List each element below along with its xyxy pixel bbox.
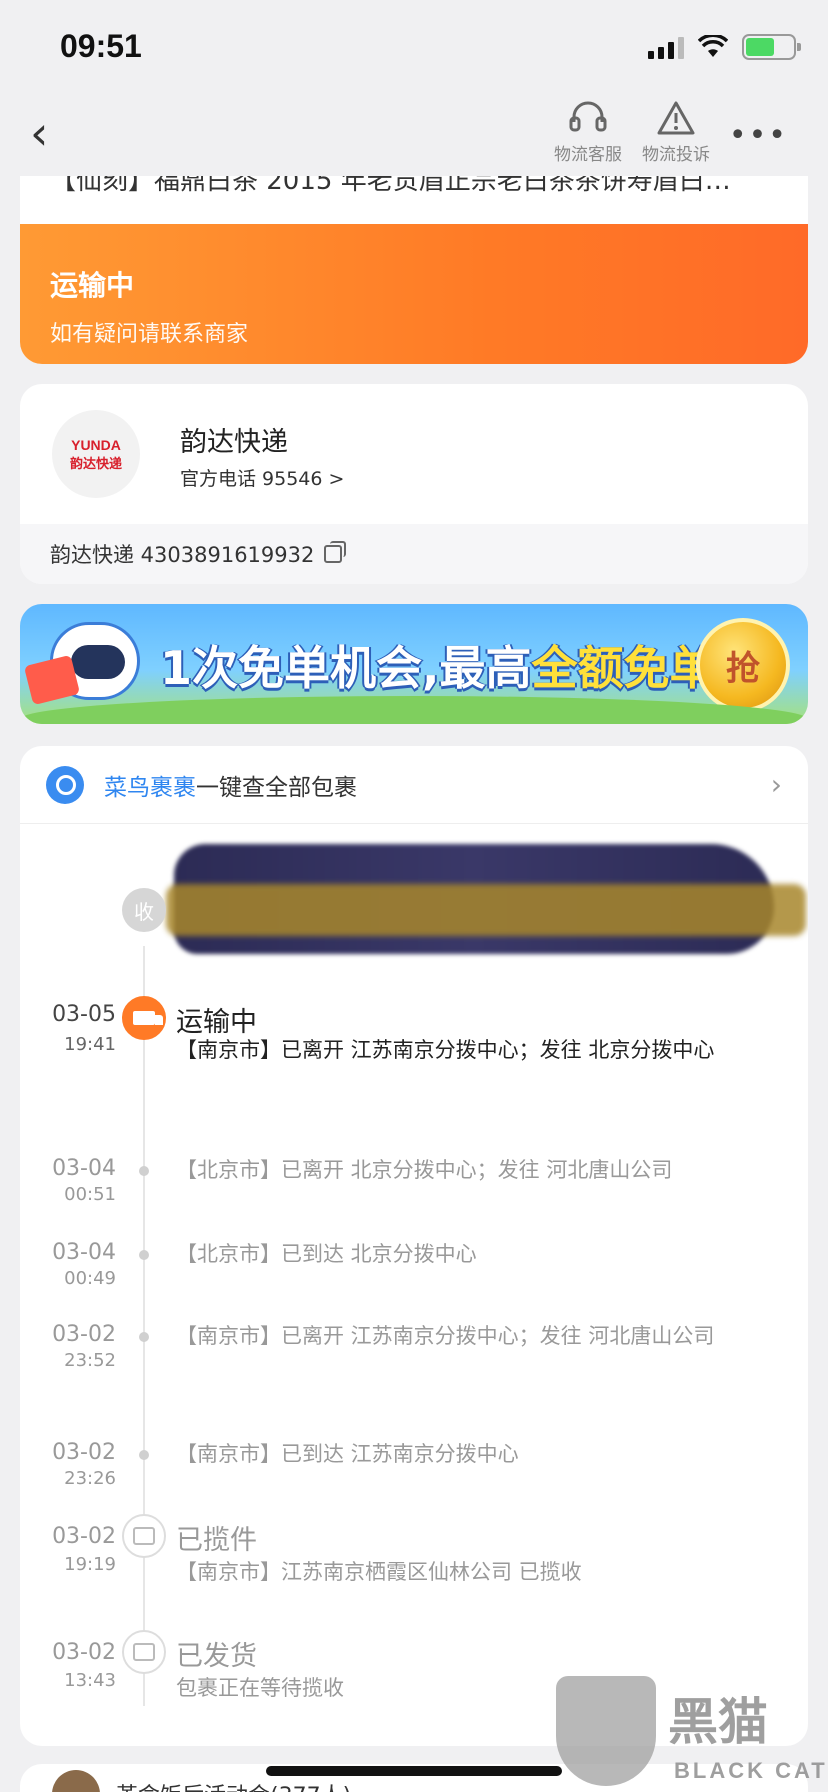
- warning-icon: [657, 101, 695, 135]
- timeline-line: [143, 946, 145, 1706]
- logistics-complaint-label: 物流投诉: [642, 145, 710, 165]
- tracking-number-row: 韵达快递 4303891619932: [20, 524, 808, 584]
- event-time: 00:49: [64, 1268, 116, 1289]
- wifi-icon: [698, 35, 728, 57]
- event-desc: 【南京市】已到达 江苏南京分拨中心: [176, 1442, 519, 1466]
- banner-ground: [20, 696, 808, 724]
- cellular-signal-icon: [648, 35, 684, 59]
- pickup-icon: [122, 1514, 166, 1558]
- event-time: 13:43: [64, 1670, 116, 1691]
- copy-icon[interactable]: [324, 541, 347, 563]
- event-date: 03-05: [52, 1002, 116, 1027]
- event-time: 23:52: [64, 1350, 116, 1371]
- cainiao-text: 一键查全部包裹: [196, 774, 357, 801]
- event-date: 03-02: [52, 1524, 116, 1549]
- blackcat-watermark: 黑猫 BLACK CAT: [556, 1676, 828, 1792]
- avatar: [52, 1770, 100, 1792]
- status-hint: 如有疑问请联系商家: [50, 322, 249, 347]
- timeline-dot: [139, 1166, 149, 1176]
- headset-icon: [569, 101, 607, 132]
- timeline-dot: [139, 1450, 149, 1460]
- watermark-main: 黑猫: [668, 1693, 768, 1751]
- battery-icon: [742, 34, 801, 60]
- order-status-card: 【仙刻】福鼎白茶 2015 年老贡眉正宗老白茶茶饼寿眉白… 运输中 如有疑问请联…: [20, 176, 808, 364]
- chevron-right-icon: ›: [770, 768, 782, 801]
- event-desc: 【南京市】已离开 江苏南京分拨中心；发往 北京分拨中心: [176, 1038, 715, 1062]
- status-banner: 运输中 如有疑问请联系商家: [20, 224, 808, 364]
- promo-banner[interactable]: 1次免单机会,最高全额免单 抢: [20, 604, 808, 724]
- event-title: 已揽件: [176, 1525, 257, 1556]
- timeline-dot: [139, 1250, 149, 1260]
- tracking-timeline-card: 菜鸟裹裹 一键查全部包裹 › 收 03-05 19:41 运输中 【南京市】已离…: [20, 746, 808, 1746]
- shipped-icon: [122, 1630, 166, 1674]
- status-time: 09:51: [60, 28, 142, 64]
- yunda-logo: YUNDA 韵达快递: [52, 410, 140, 498]
- cainiao-brand: 菜鸟裹裹: [104, 774, 196, 801]
- logistics-service-label: 物流客服: [554, 145, 622, 165]
- back-icon[interactable]: ‹: [30, 110, 48, 156]
- event-time: 19:41: [64, 1034, 116, 1055]
- shipping-status: 运输中: [50, 269, 135, 302]
- event-desc: 【南京市】已离开 江苏南京分拨中心；发往 河北唐山公司: [176, 1324, 715, 1348]
- event-time: 23:26: [64, 1468, 116, 1489]
- tracking-number: 韵达快递 4303891619932: [50, 543, 315, 567]
- cainiao-row[interactable]: 菜鸟裹裹 一键查全部包裹 ›: [20, 746, 808, 824]
- nav-bar: ‹ 物流客服 物流投诉 •••: [0, 100, 828, 176]
- group-chat-title: 革命饭后活动会(377人): [116, 1778, 351, 1792]
- product-title[interactable]: 【仙刻】福鼎白茶 2015 年老贡眉正宗老白茶茶饼寿眉白…: [20, 176, 808, 224]
- carrier-phone-link[interactable]: 官方电话 95546 >: [180, 464, 344, 491]
- receiver-badge: 收: [122, 888, 166, 932]
- event-desc: 【北京市】已离开 北京分拨中心；发往 河北唐山公司: [176, 1158, 673, 1182]
- event-desc: 【南京市】江苏南京栖霞区仙林公司 已揽收: [176, 1560, 582, 1584]
- event-date: 03-02: [52, 1640, 116, 1665]
- watermark-sub: BLACK CAT: [674, 1758, 828, 1783]
- home-indicator[interactable]: [266, 1766, 562, 1776]
- status-bar: 09:51: [0, 0, 828, 100]
- event-date: 03-04: [52, 1156, 116, 1181]
- event-desc: 【北京市】已到达 北京分拨中心: [176, 1242, 477, 1266]
- cat-shield-icon: [556, 1676, 656, 1786]
- event-time: 00:51: [64, 1184, 116, 1205]
- truck-icon: [122, 996, 166, 1040]
- timeline-dot: [139, 1332, 149, 1342]
- grab-button[interactable]: 抢: [696, 618, 790, 712]
- carrier-name: 韵达快递: [180, 427, 288, 458]
- carrier-card: YUNDA 韵达快递 韵达快递 官方电话 95546 > 韵达快递 430389…: [20, 384, 808, 584]
- more-icon[interactable]: •••: [729, 118, 788, 153]
- logistics-complaint-button[interactable]: 物流投诉: [638, 100, 714, 165]
- redacted-address-highlight: [166, 884, 806, 936]
- logistics-service-button[interactable]: 物流客服: [550, 100, 626, 165]
- cainiao-icon: [46, 765, 84, 804]
- event-title: 已发货: [176, 1641, 257, 1672]
- status-icons: [648, 34, 801, 60]
- event-time: 19:19: [64, 1554, 116, 1575]
- gift-icon: [23, 654, 81, 706]
- promo-text: 1次免单机会,最高全额免单: [160, 641, 716, 695]
- event-date: 03-02: [52, 1322, 116, 1347]
- event-date: 03-04: [52, 1240, 116, 1265]
- event-date: 03-02: [52, 1440, 116, 1465]
